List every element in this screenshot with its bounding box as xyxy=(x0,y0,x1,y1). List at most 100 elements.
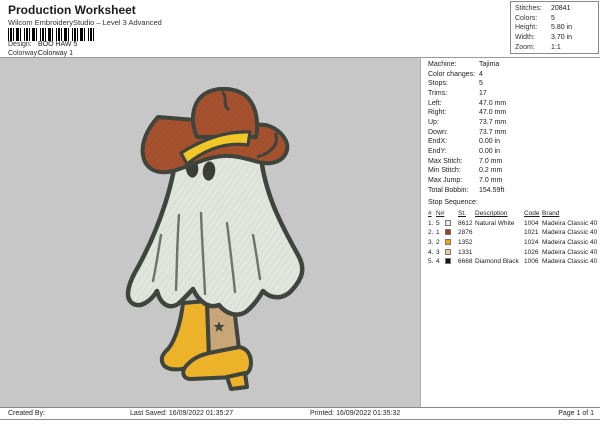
machine-info-panel: Machine:TajimaColor changes:4Stops:5Trim… xyxy=(420,58,600,407)
stop-sequence-row: 1.58612Natural White1004Madeira Classic … xyxy=(428,219,600,229)
stop-sequence-column-header: Brand xyxy=(542,209,600,219)
stop-row-code: 1021 xyxy=(524,228,542,238)
machine-info-row: Right:47.0 mm xyxy=(428,108,600,118)
colorway-row: Colorway: Colorway 1 xyxy=(8,50,73,57)
stop-row-swatch-cell xyxy=(445,238,458,248)
stat-value: 1:1 xyxy=(551,44,561,51)
machine-info-value: 73.7 mm xyxy=(479,119,506,126)
front-boot-heel xyxy=(227,373,247,389)
stop-sequence-table: #N#St.DescriptionCodeBrand1.58612Natural… xyxy=(428,209,600,267)
machine-info-label: Stops: xyxy=(428,79,479,89)
design-barcode-icon xyxy=(8,28,95,41)
colorway-label: Colorway: xyxy=(8,50,36,57)
stop-row-needle: 3 xyxy=(436,248,445,258)
machine-info-value: 73.7 mm xyxy=(479,129,506,136)
worksheet-header: Production Worksheet Wilcom EmbroiderySt… xyxy=(0,0,600,58)
stop-sequence-title: Stop Sequence: xyxy=(428,198,600,208)
stop-row-swatch-cell xyxy=(445,248,458,258)
machine-info-row: EndY:0.00 in xyxy=(428,147,600,157)
printed-label: Printed: 16/09/2022 01:35:32 xyxy=(310,410,400,417)
last-saved-label: Last Saved: 16/09/2022 01:35:27 xyxy=(130,410,233,417)
stop-row-brand: Madeira Classic 40 xyxy=(542,248,600,258)
stop-row-index: 1. xyxy=(428,219,436,229)
stop-sequence-row: 4.313311026Madeira Classic 40 xyxy=(428,248,600,258)
thread-color-swatch xyxy=(445,258,451,264)
stop-row-needle: 5 xyxy=(436,219,445,229)
machine-info-label: Right: xyxy=(428,108,479,118)
stop-row-needle: 4 xyxy=(436,257,445,267)
stat-row: Colors:5 xyxy=(515,14,598,24)
stop-row-code: 1026 xyxy=(524,248,542,258)
stop-sequence-column-header: # xyxy=(428,209,436,219)
machine-info-value: 47.0 mm xyxy=(479,100,506,107)
machine-info-label: Total Bobbin: xyxy=(428,186,479,196)
thread-color-swatch xyxy=(445,249,451,255)
stop-row-description: Natural White xyxy=(475,219,524,229)
machine-info-row: Left:47.0 mm xyxy=(428,99,600,109)
machine-info-value: 154.59ft xyxy=(479,187,504,194)
machine-info-label: Up: xyxy=(428,118,479,128)
stat-label: Width: xyxy=(515,33,551,43)
stat-value: 20841 xyxy=(551,5,570,12)
machine-info-row: Total Bobbin:154.59ft xyxy=(428,186,600,196)
machine-info-value: 7.0 mm xyxy=(479,177,502,184)
stop-sequence-column-header: St. xyxy=(458,209,475,219)
stop-row-stitches: 1352 xyxy=(458,238,475,248)
machine-info-value: 17 xyxy=(479,90,487,97)
stop-sequence-row: 5.46668Diamond Black1006Madeira Classic … xyxy=(428,257,600,267)
machine-info-value: 0.00 in xyxy=(479,148,500,155)
machine-info-value: 5 xyxy=(479,80,483,87)
stop-row-index: 4. xyxy=(428,248,436,258)
machine-info-label: Down: xyxy=(428,128,479,138)
machine-info-row: Down:73.7 mm xyxy=(428,128,600,138)
stop-row-brand: Madeira Classic 40 xyxy=(542,257,600,267)
stop-row-code: 1004 xyxy=(524,219,542,229)
stop-row-brand: Madeira Classic 40 xyxy=(542,238,600,248)
machine-info-value: 0.00 in xyxy=(479,138,500,145)
stop-sequence-row: 3.213521024Madeira Classic 40 xyxy=(428,238,600,248)
machine-info-value: 7.0 mm xyxy=(479,158,502,165)
stat-value: 3.70 in xyxy=(551,34,572,41)
machine-info-row: Max Stitch:7.0 mm xyxy=(428,157,600,167)
stat-label: Stitches: xyxy=(515,4,551,14)
stat-label: Zoom: xyxy=(515,43,551,53)
thread-color-swatch xyxy=(445,239,451,245)
stop-row-description: Diamond Black xyxy=(475,257,524,267)
stop-row-needle: 2 xyxy=(436,238,445,248)
machine-info-label: Trims: xyxy=(428,89,479,99)
stop-row-needle: 1 xyxy=(436,228,445,238)
stop-row-stitches: 6668 xyxy=(458,257,475,267)
stat-row: Width:3.70 in xyxy=(515,33,598,43)
stop-row-swatch-cell xyxy=(445,257,458,267)
ghost-cowboy-artwork xyxy=(115,87,315,407)
design-row: Design: BOO HAW 5 xyxy=(8,41,77,48)
stop-row-index: 5. xyxy=(428,257,436,267)
design-canvas xyxy=(0,58,420,407)
stop-sequence-column-header: Description xyxy=(475,209,524,219)
stop-sequence-column-header: Code xyxy=(524,209,542,219)
stop-row-swatch-cell xyxy=(445,219,458,229)
stop-row-index: 3. xyxy=(428,238,436,248)
machine-info-label: Max Jump: xyxy=(428,176,479,186)
stop-row-brand: Madeira Classic 40 xyxy=(542,228,600,238)
machine-info-label: Color changes: xyxy=(428,70,479,80)
machine-info-list: Machine:TajimaColor changes:4Stops:5Trim… xyxy=(428,60,600,195)
stat-row: Stitches:20841 xyxy=(515,4,598,14)
app-version-subtitle: Wilcom EmbroideryStudio – Level 3 Advanc… xyxy=(8,18,162,27)
machine-info-label: Min Stitch: xyxy=(428,166,479,176)
machine-info-row: Stops:5 xyxy=(428,79,600,89)
machine-info-row: Color changes:4 xyxy=(428,70,600,80)
machine-info-label: Left: xyxy=(428,99,479,109)
colorway-value: Colorway 1 xyxy=(38,50,73,57)
stat-label: Colors: xyxy=(515,14,551,24)
stat-row: Zoom:1:1 xyxy=(515,43,598,53)
stat-row: Height:5.80 in xyxy=(515,23,598,33)
stop-row-index: 2. xyxy=(428,228,436,238)
machine-info-label: EndY: xyxy=(428,147,479,157)
machine-info-value: 0.2 mm xyxy=(479,167,502,174)
machine-info-row: EndX:0.00 in xyxy=(428,137,600,147)
machine-info-value: 4 xyxy=(479,71,483,78)
thread-color-swatch xyxy=(445,220,451,226)
machine-info-row: Min Stitch:0.2 mm xyxy=(428,166,600,176)
machine-info-row: Trims:17 xyxy=(428,89,600,99)
